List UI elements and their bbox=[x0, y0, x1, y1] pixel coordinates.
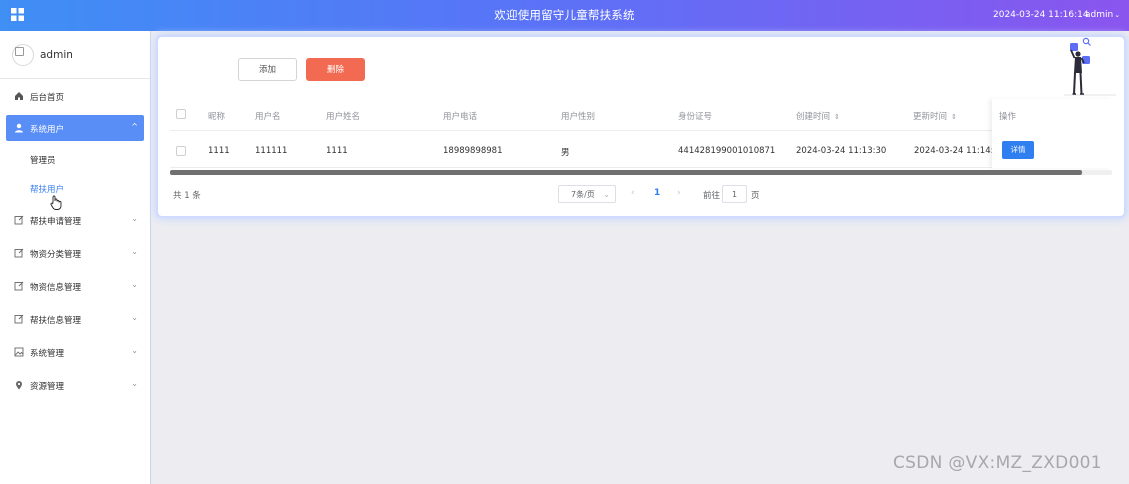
sort-icon[interactable]: ⇕ bbox=[834, 113, 840, 121]
submenu-item-aid-users[interactable]: 帮扶用户 bbox=[30, 183, 64, 195]
sidebar-item-system-management[interactable]: 系统管理 ⌄ bbox=[6, 339, 144, 365]
page-size-value: 7条/页 bbox=[571, 190, 595, 199]
home-icon bbox=[14, 91, 24, 101]
user-icon bbox=[14, 123, 24, 133]
fixed-action-column: 操作 详情 bbox=[992, 99, 1112, 168]
content-panel: 添加 删除 昵称 用户名 用户姓名 用户电话 用户性别 身份证号 创建时间 ⇕ 更 bbox=[158, 37, 1124, 216]
edit-icon bbox=[14, 215, 24, 225]
table-row: 1111 111111 1111 18989898981 男 441428199… bbox=[170, 132, 1112, 168]
chevron-down-icon: ⌄ bbox=[131, 247, 138, 256]
column-header-sortable[interactable]: 更新时间 ⇕ bbox=[913, 110, 957, 122]
sidebar-item-label: 物资分类管理 bbox=[30, 250, 82, 260]
cell-username: 111111 bbox=[255, 146, 288, 156]
prev-page-button[interactable]: ‹ bbox=[631, 188, 635, 198]
edit-icon bbox=[14, 248, 24, 258]
chevron-up-icon: ^ bbox=[131, 122, 138, 131]
sidebar-item-system-users[interactable]: 系统用户 ^ bbox=[6, 115, 144, 141]
page-unit-label: 页 bbox=[751, 191, 760, 201]
cell-updated: 2024-03-24 11:14:03 bbox=[914, 146, 1005, 156]
add-button[interactable]: 添加 bbox=[238, 58, 297, 81]
location-icon bbox=[14, 380, 24, 390]
sidebar-item-label: 帮扶信息管理 bbox=[30, 316, 82, 326]
profile-name: admin bbox=[40, 49, 73, 61]
sidebar-item-label: 后台首页 bbox=[30, 93, 65, 103]
cell-realname: 1111 bbox=[326, 146, 348, 156]
current-time: 2024-03-24 11:16:14 bbox=[993, 10, 1089, 20]
detail-button[interactable]: 详情 bbox=[1002, 141, 1034, 159]
column-header-sortable[interactable]: 创建时间 ⇕ bbox=[796, 110, 840, 122]
page-number-current[interactable]: 1 bbox=[654, 188, 660, 198]
cell-nickname: 1111 bbox=[208, 146, 230, 156]
column-header: 身份证号 bbox=[678, 112, 713, 122]
next-page-button[interactable]: › bbox=[677, 188, 681, 198]
sidebar: admin 后台首页 系统用户 ^ 管理员 帮扶用户 帮扶申请管理 ⌄ 物资分类… bbox=[0, 31, 151, 484]
cell-gender: 男 bbox=[561, 148, 570, 158]
person-illustration bbox=[1062, 37, 1118, 99]
sidebar-item-aid-info[interactable]: 帮扶信息管理 ⌄ bbox=[6, 306, 144, 332]
watermark: CSDN @VX:MZ_ZXD001 bbox=[893, 453, 1102, 473]
submenu-item-admins[interactable]: 管理员 bbox=[30, 154, 56, 166]
edit-icon bbox=[14, 281, 24, 291]
app-title: 欢迎使用留守儿童帮扶系统 bbox=[494, 8, 635, 22]
column-header: 用户姓名 bbox=[326, 112, 361, 122]
sidebar-item-material-category[interactable]: 物资分类管理 ⌄ bbox=[6, 240, 144, 266]
chevron-down-icon: ⌄ bbox=[131, 313, 138, 322]
top-header: 欢迎使用留守儿童帮扶系统 2024-03-24 11:16:14 admin⌄ bbox=[0, 0, 1129, 31]
column-header-label: 创建时间 bbox=[796, 112, 831, 122]
sidebar-item-label: 系统用户 bbox=[30, 125, 65, 135]
column-header: 用户电话 bbox=[443, 112, 478, 122]
sidebar-item-resource-management[interactable]: 资源管理 ⌄ bbox=[6, 372, 144, 398]
column-header: 昵称 bbox=[208, 112, 226, 122]
sidebar-item-material-info[interactable]: 物资信息管理 ⌄ bbox=[6, 273, 144, 299]
sort-icon[interactable]: ⇕ bbox=[951, 113, 957, 121]
chevron-down-icon: ⌄ bbox=[1114, 11, 1121, 19]
chevron-down-icon: ⌄ bbox=[603, 190, 610, 199]
sidebar-item-label: 物资信息管理 bbox=[30, 283, 82, 293]
table-header-row: 昵称 用户名 用户姓名 用户电话 用户性别 身份证号 创建时间 ⇕ 更新时间 ⇕ bbox=[170, 99, 1112, 131]
sidebar-item-label: 系统管理 bbox=[30, 349, 65, 359]
row-checkbox[interactable] bbox=[176, 146, 186, 156]
select-all-checkbox[interactable] bbox=[176, 109, 186, 119]
avatar bbox=[12, 44, 34, 66]
cell-created: 2024-03-24 11:13:30 bbox=[796, 146, 887, 156]
chevron-down-icon: ⌄ bbox=[131, 346, 138, 355]
edit-icon bbox=[14, 314, 24, 324]
page-size-select[interactable]: 7条/页 ⌄ bbox=[558, 185, 616, 203]
profile-block: admin bbox=[0, 31, 150, 79]
user-name: admin bbox=[1085, 10, 1114, 20]
chevron-down-icon: ⌄ bbox=[131, 214, 138, 223]
pagination-total: 共 1 条 bbox=[173, 191, 201, 201]
chevron-down-icon: ⌄ bbox=[131, 379, 138, 388]
goto-page-input[interactable]: 1 bbox=[722, 185, 747, 203]
column-header: 用户性别 bbox=[561, 112, 596, 122]
chevron-down-icon: ⌄ bbox=[131, 280, 138, 289]
sidebar-item-label: 帮扶申请管理 bbox=[30, 217, 82, 227]
sidebar-item-label: 资源管理 bbox=[30, 382, 65, 392]
delete-button[interactable]: 删除 bbox=[306, 58, 365, 81]
goto-label: 前往 bbox=[703, 191, 721, 201]
user-dropdown[interactable]: admin⌄ bbox=[1085, 10, 1120, 20]
scrollbar-thumb[interactable] bbox=[170, 170, 1082, 175]
column-header-label: 更新时间 bbox=[913, 112, 948, 122]
sidebar-item-aid-application[interactable]: 帮扶申请管理 ⌄ bbox=[6, 207, 144, 233]
sidebar-item-dashboard[interactable]: 后台首页 bbox=[6, 83, 144, 109]
column-header: 用户名 bbox=[255, 112, 281, 122]
picture-icon bbox=[14, 347, 24, 357]
horizontal-scrollbar[interactable] bbox=[170, 170, 1112, 175]
cell-id-card: 441428199001010871 bbox=[678, 146, 776, 156]
cell-phone: 18989898981 bbox=[443, 146, 503, 156]
column-header: 操作 bbox=[999, 112, 1017, 122]
